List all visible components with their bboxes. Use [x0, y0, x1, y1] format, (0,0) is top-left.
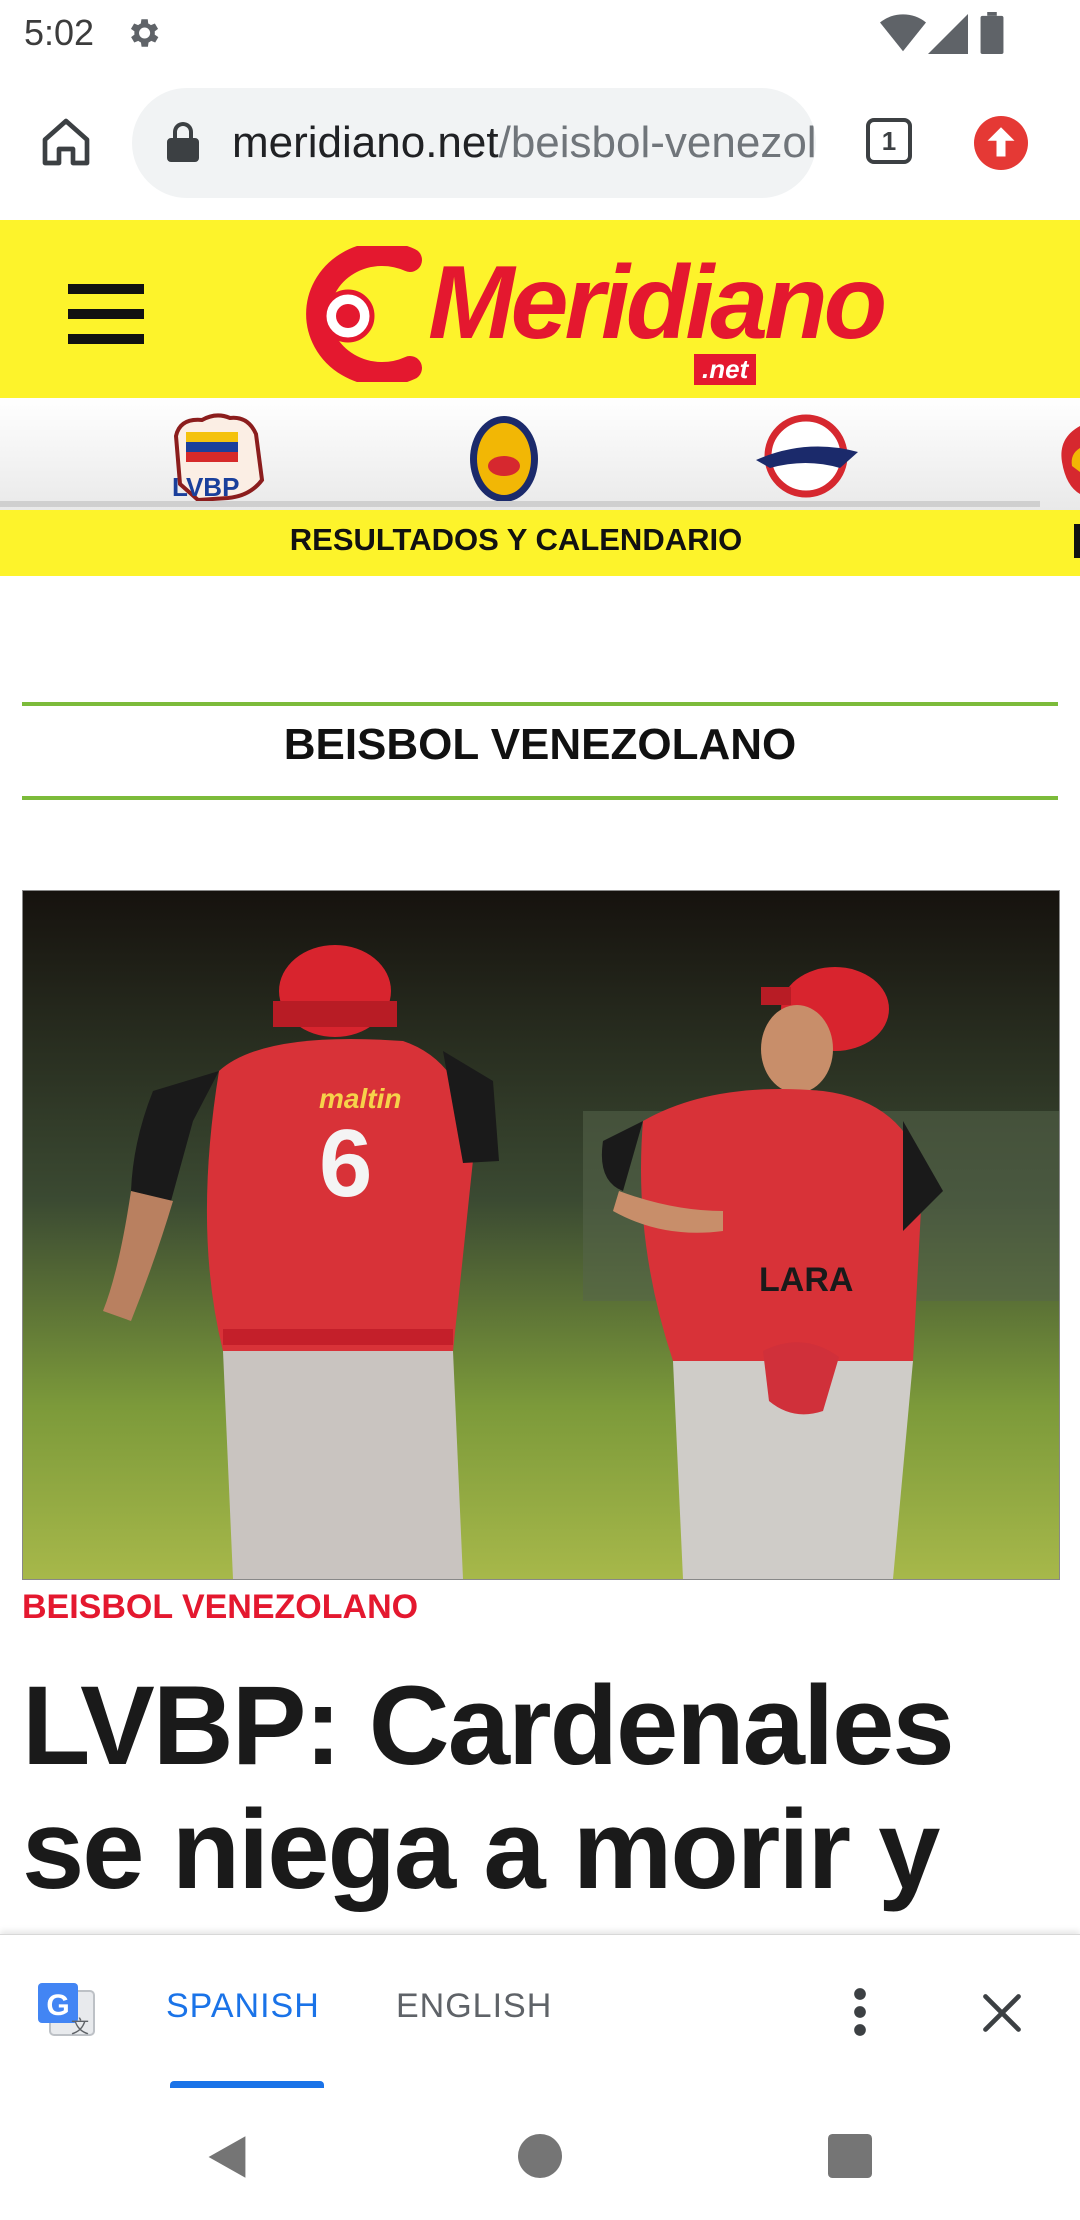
- site-header: Meridiano .net: [0, 220, 1080, 398]
- svg-text:文: 文: [71, 2017, 89, 2038]
- system-nav-bar: [0, 2088, 1080, 2220]
- url-path: /beisbol-venezolano: [498, 118, 816, 167]
- logo-suffix: .net: [694, 354, 757, 385]
- lvbp-label: LVBP: [172, 472, 240, 502]
- hamburger-menu-icon[interactable]: [68, 284, 144, 344]
- google-translate-icon: G 文: [38, 1983, 95, 2038]
- tabs-icon[interactable]: 1: [866, 118, 912, 164]
- translate-bar: G 文 SPANISH ENGLISH: [0, 1934, 1080, 2089]
- results-link[interactable]: RESULTADOS Y CALENDARIO: [0, 522, 1032, 558]
- results-strip[interactable]: RESULTADOS Y CALENDARIO: [0, 510, 1080, 576]
- url-domain: meridiano.net: [232, 118, 499, 167]
- next-link-edge: [1074, 524, 1080, 558]
- jersey-sponsor: maltin: [319, 1083, 402, 1114]
- close-icon[interactable]: [980, 1991, 1024, 2035]
- site-logo[interactable]: Meridiano .net: [290, 232, 887, 388]
- team-logo-lvbp[interactable]: LVBP: [168, 410, 268, 504]
- tab-spanish[interactable]: SPANISH: [166, 1987, 320, 2026]
- url-text: meridiano.net/beisbol-venezolano: [232, 118, 816, 168]
- jersey-number: 6: [319, 1110, 373, 1217]
- section-heading: BEISBOL VENEZOLANO: [22, 702, 1058, 800]
- jersey-team: LARA: [759, 1261, 854, 1299]
- article-headline[interactable]: LVBP: Cardenales se niega a morir y: [22, 1664, 1062, 1912]
- home-circle-icon[interactable]: [518, 2134, 562, 2178]
- battery-icon: [980, 12, 1004, 54]
- home-icon[interactable]: [38, 114, 94, 170]
- article-category[interactable]: BEISBOL VENEZOLANO: [22, 1588, 418, 1627]
- signal-icon: [928, 14, 968, 54]
- update-icon[interactable]: [974, 116, 1028, 170]
- back-icon[interactable]: [204, 2134, 250, 2180]
- team-logo-tiburones[interactable]: [750, 414, 862, 498]
- address-bar[interactable]: meridiano.net/beisbol-venezolano: [132, 88, 816, 198]
- gear-icon: [130, 19, 159, 47]
- logo-ball-icon: [306, 246, 422, 382]
- status-time: 5:02: [24, 12, 95, 53]
- logo-text: Meridiano: [428, 245, 887, 361]
- status-bar: 5:02: [0, 0, 1080, 66]
- team-logo-leones[interactable]: [468, 414, 540, 504]
- tab-count: 1: [881, 126, 897, 156]
- svg-text:G: G: [46, 1989, 69, 2022]
- tab-english[interactable]: ENGLISH: [396, 1987, 552, 2026]
- baseball-players-illustration: [23, 891, 1059, 1579]
- more-options-icon[interactable]: [840, 1985, 880, 2039]
- wifi-icon: [880, 14, 926, 52]
- section-title: BEISBOL VENEZOLANO: [283, 720, 797, 769]
- team-strip: LVBP: [0, 398, 1080, 510]
- recents-icon[interactable]: [828, 2134, 872, 2178]
- lock-icon: [167, 122, 199, 162]
- browser-toolbar: meridiano.net/beisbol-venezolano 1: [0, 66, 1080, 220]
- article-hero-image[interactable]: 6 maltin LARA: [22, 890, 1060, 1580]
- team-strip-divider: [0, 501, 1040, 507]
- team-logo-cardenales[interactable]: [1054, 420, 1080, 498]
